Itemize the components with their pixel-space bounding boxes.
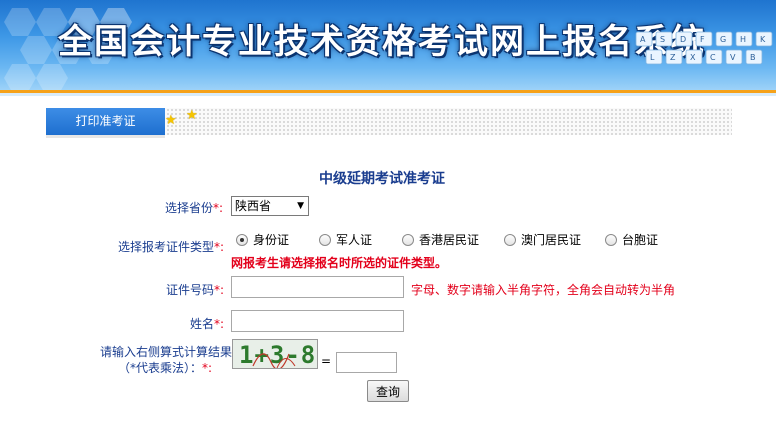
radio-label: 澳门居民证 bbox=[521, 233, 582, 247]
radio-button-icon[interactable] bbox=[605, 233, 617, 246]
name-input[interactable] bbox=[231, 310, 404, 332]
key-letter: D bbox=[680, 35, 686, 44]
key-letter: V bbox=[730, 53, 736, 62]
radio-button-icon[interactable] bbox=[319, 233, 331, 246]
tab-print-admission-ticket[interactable]: 打印准考证 bbox=[46, 108, 165, 135]
captcha-label-line2: （*代表乘法）：*: bbox=[118, 359, 212, 376]
captcha-noise-icon bbox=[252, 353, 296, 368]
radio-label: 身份证 bbox=[253, 233, 290, 247]
header-banner: 全国会计专业技术资格考试网上报名系统 A S D F G H K L Z X C… bbox=[0, 0, 776, 90]
id-number-hint: 字母、数字请输入半角字符，全角会自动转为半角 bbox=[411, 283, 676, 297]
keyboard-decoration-icon: A S D F G H K L Z X C V B bbox=[635, 31, 773, 65]
key-letter: L bbox=[650, 53, 655, 62]
province-select[interactable]: 陕西省 ▼ bbox=[231, 196, 309, 216]
radio-button-icon[interactable] bbox=[504, 233, 516, 246]
province-selected-value: 陕西省 bbox=[235, 199, 272, 213]
system-title: 全国会计专业技术资格考试网上报名系统 bbox=[58, 22, 706, 62]
key-letter: K bbox=[760, 35, 766, 44]
id-type-radio-group: 身份证 军人证 香港居民证 澳门居民证 台胞证 bbox=[236, 231, 716, 251]
province-label: 选择省份*: bbox=[165, 199, 223, 216]
key-letter: S bbox=[660, 35, 665, 44]
form-title: 中级延期考试准考证 bbox=[319, 171, 445, 187]
key-letter: Z bbox=[670, 53, 676, 62]
radio-label: 台胞证 bbox=[622, 233, 659, 247]
required-mark: *: bbox=[214, 283, 225, 297]
name-label: 姓名*: bbox=[190, 315, 224, 332]
query-button[interactable]: 查询 bbox=[367, 380, 409, 402]
id-number-label-text: 证件号码 bbox=[166, 283, 215, 297]
required-mark: *: bbox=[213, 201, 224, 215]
captcha-answer-input[interactable] bbox=[336, 352, 397, 373]
radio-id-card[interactable]: 身份证 bbox=[236, 231, 289, 248]
radio-label: 军人证 bbox=[336, 233, 373, 247]
province-label-text: 选择省份 bbox=[165, 201, 214, 215]
required-mark: *: bbox=[214, 317, 225, 331]
star-icon: ★ bbox=[165, 113, 177, 128]
radio-button-icon[interactable] bbox=[402, 233, 414, 246]
captcha-label-line2-text: （*代表乘法）： bbox=[118, 361, 203, 375]
key-letter: A bbox=[640, 35, 646, 44]
radio-military-card[interactable]: 军人证 bbox=[319, 231, 372, 248]
tab-underline bbox=[46, 135, 165, 138]
radio-hk-resident-card[interactable]: 香港居民证 bbox=[402, 231, 479, 248]
radio-button-checked-icon[interactable] bbox=[236, 233, 248, 246]
captcha-label-line1: 请输入右侧算式计算结果 bbox=[100, 345, 233, 359]
id-number-input[interactable] bbox=[231, 276, 404, 298]
key-letter: H bbox=[740, 35, 746, 44]
equals-sign: = bbox=[321, 354, 332, 368]
key-letter: B bbox=[750, 53, 756, 62]
key-letter: G bbox=[720, 35, 726, 44]
name-label-text: 姓名 bbox=[190, 317, 215, 331]
key-letter: C bbox=[710, 53, 716, 62]
id-type-label-text: 选择报考证件类型 bbox=[118, 240, 215, 254]
id-type-label: 选择报考证件类型*: bbox=[118, 238, 224, 255]
id-type-warning: 网报考生请选择报名时所选的证件类型。 bbox=[231, 256, 448, 270]
key-letter: X bbox=[690, 53, 696, 62]
captcha-image[interactable]: 1+3-8 bbox=[232, 339, 318, 369]
radio-macau-resident-card[interactable]: 澳门居民证 bbox=[504, 231, 581, 248]
banner-shadow-bar bbox=[0, 93, 776, 96]
required-mark: *: bbox=[214, 240, 225, 254]
radio-taiwan-compatriot-card[interactable]: 台胞证 bbox=[605, 231, 658, 248]
radio-label: 香港居民证 bbox=[419, 233, 480, 247]
key-letter: F bbox=[700, 35, 705, 44]
required-mark: *: bbox=[202, 361, 213, 375]
chevron-down-icon: ▼ bbox=[297, 201, 304, 211]
star-icon: ★ bbox=[186, 108, 198, 123]
id-number-label: 证件号码*: bbox=[166, 281, 224, 298]
